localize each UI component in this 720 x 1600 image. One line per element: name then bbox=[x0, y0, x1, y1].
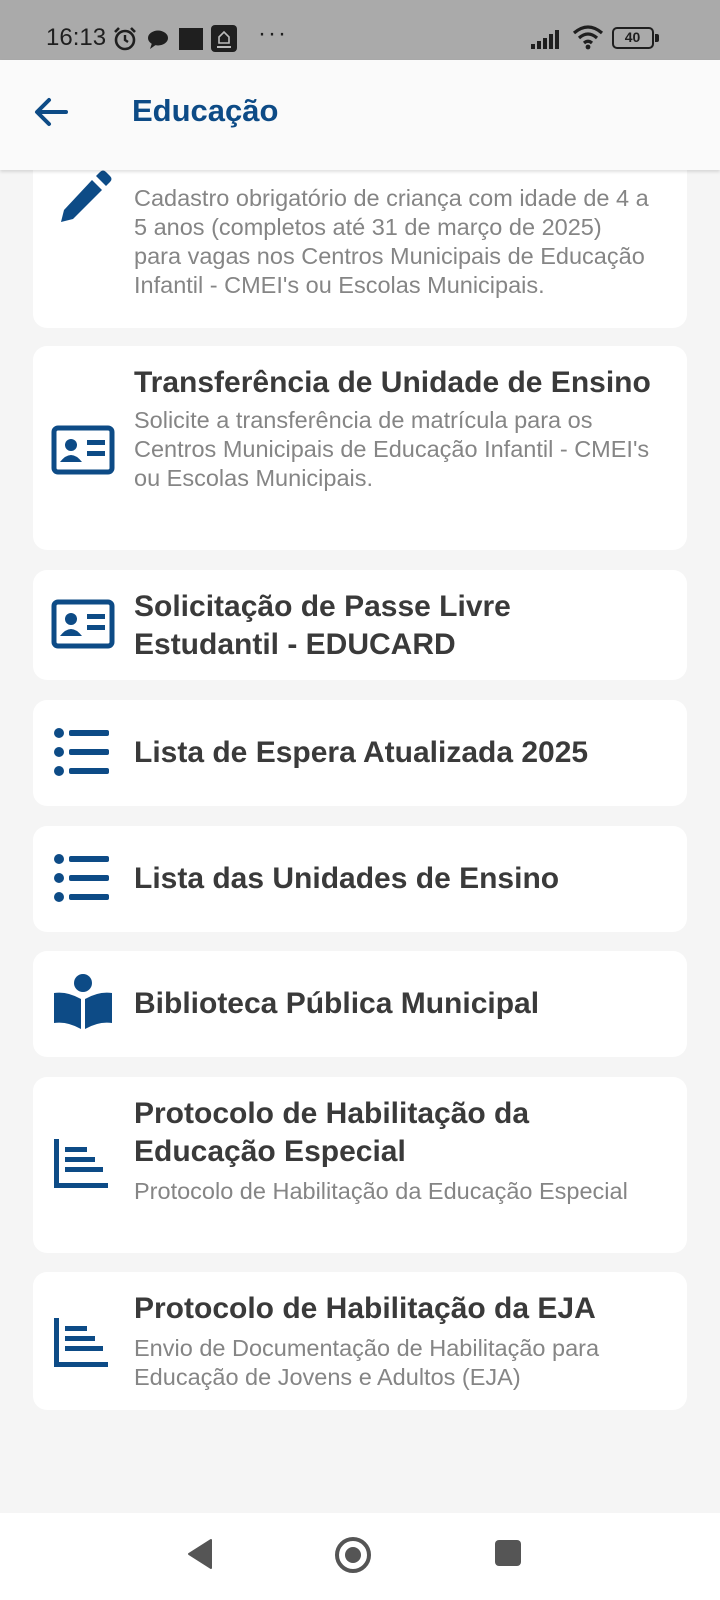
square-notification-icon bbox=[179, 28, 203, 50]
service-card-transferencia[interactable]: Transferência de Unidade de Ensino Solic… bbox=[33, 346, 687, 550]
back-arrow-icon[interactable] bbox=[30, 90, 74, 134]
status-time: 16:13 bbox=[46, 24, 107, 51]
service-card-habilitacao-especial[interactable]: Protocolo de Habilitação da Educação Esp… bbox=[33, 1077, 687, 1253]
service-card-educard[interactable]: Solicitação de Passe Livre Estudantil - … bbox=[33, 570, 687, 680]
services-list[interactable]: Cadastro obrigatório de criança com idad… bbox=[0, 170, 720, 1513]
system-navigation-bar bbox=[0, 1513, 720, 1600]
service-title: Protocolo de Habilitação da Educação Esp… bbox=[134, 1097, 530, 1168]
list-icon bbox=[54, 728, 109, 776]
battery-level: 40 bbox=[624, 29, 641, 45]
service-description: Protocolo de Habilitação da Educação Esp… bbox=[134, 1178, 628, 1204]
app-bar: Educação bbox=[0, 60, 720, 170]
book-reader-icon bbox=[54, 974, 112, 1029]
align-left-icon bbox=[54, 1139, 108, 1188]
page-title: Educação bbox=[132, 93, 279, 128]
list-icon bbox=[54, 854, 109, 902]
service-description: Cadastro obrigatório de criança com idad… bbox=[134, 185, 649, 298]
service-card-unidades[interactable]: Lista das Unidades de Ensino bbox=[33, 826, 687, 932]
app-notification-icon bbox=[211, 25, 237, 52]
back-triangle-icon[interactable] bbox=[185, 1537, 215, 1571]
service-description: Solicite a transferência de matrícula pa… bbox=[134, 407, 650, 491]
align-left-icon bbox=[54, 1318, 108, 1367]
service-description: Envio de Documentação de Habilitação par… bbox=[134, 1335, 600, 1390]
service-card-lista-espera[interactable]: Lista de Espera Atualizada 2025 bbox=[33, 700, 687, 806]
service-title: Lista de Espera Atualizada 2025 bbox=[134, 736, 589, 769]
home-circle-icon[interactable] bbox=[333, 1535, 373, 1575]
service-card-biblioteca[interactable]: Biblioteca Pública Municipal bbox=[33, 951, 687, 1057]
status-bar: 16:13 ··· 40 bbox=[0, 0, 720, 60]
more-notifications-icon: ··· bbox=[258, 20, 288, 47]
service-title: Solicitação de Passe Livre Estudantil - … bbox=[134, 590, 511, 661]
recents-square-icon[interactable] bbox=[495, 1540, 521, 1566]
service-card-cadastro[interactable]: Cadastro obrigatório de criança com idad… bbox=[33, 170, 687, 328]
service-title: Lista das Unidades de Ensino bbox=[134, 862, 560, 895]
alarm-icon bbox=[114, 27, 136, 51]
id-card-icon bbox=[51, 599, 115, 649]
signal-strength-icon bbox=[531, 30, 559, 49]
wifi-icon bbox=[572, 25, 604, 50]
service-card-habilitacao-eja[interactable]: Protocolo de Habilitação da EJA Envio de… bbox=[33, 1272, 687, 1410]
service-title: Transferência de Unidade de Ensino bbox=[134, 366, 651, 399]
id-card-icon bbox=[51, 425, 115, 475]
pencil-icon bbox=[61, 170, 112, 222]
chat-bubble-icon bbox=[148, 30, 168, 49]
service-title: Protocolo de Habilitação da EJA bbox=[134, 1292, 596, 1325]
battery-icon: 40 bbox=[612, 27, 659, 49]
service-title: Biblioteca Pública Municipal bbox=[134, 987, 540, 1020]
